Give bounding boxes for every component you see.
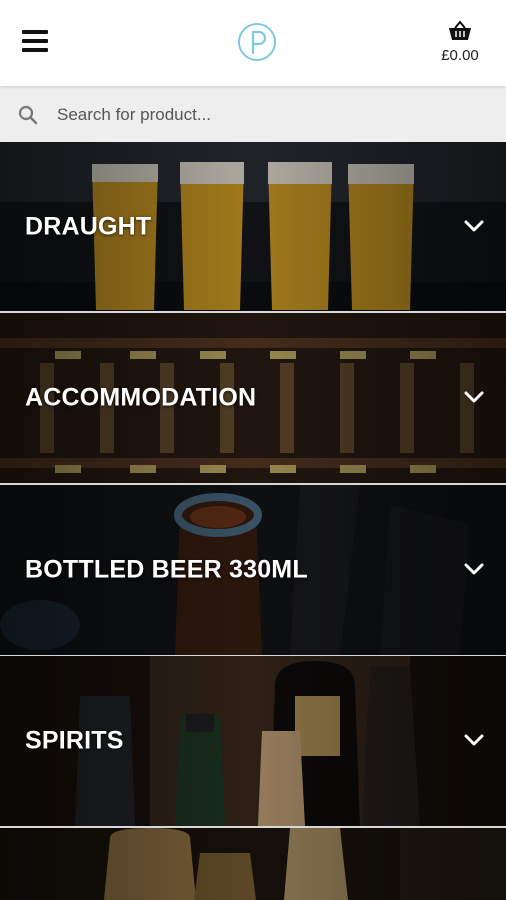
chevron-down-icon [464,563,484,575]
menu-button[interactable] [22,30,48,56]
category-label: DRAUGHT [25,212,152,240]
menu-icon-bar [22,48,48,52]
chevron-down-icon [464,220,484,231]
menu-icon-bar [22,39,48,43]
cart-total: £0.00 [441,47,479,64]
category-label: BOTTLED BEER 330ML [25,555,308,584]
chevron-down-icon [464,391,484,403]
search-bar [0,86,506,142]
category-label: SPIRITS [25,726,124,755]
category-spirits[interactable]: SPIRITS [0,656,506,828]
category-bottled-beer-330ml[interactable]: BOTTLED BEER 330ML [0,485,506,657]
basket-icon [449,20,471,40]
app-header: £0.00 [0,0,506,86]
search-input[interactable] [55,100,479,130]
menu-icon-bar [22,30,48,34]
category-label: ACCOMMODATION [25,383,257,412]
category-draught[interactable]: DRAUGHT [0,142,506,313]
category-partial[interactable] [0,828,506,900]
logo-icon[interactable] [237,22,277,62]
category-accommodation[interactable]: ACCOMMODATION [0,313,506,485]
cart-button[interactable]: £0.00 [430,20,490,70]
chevron-down-icon [464,734,484,746]
search-icon [18,105,38,125]
